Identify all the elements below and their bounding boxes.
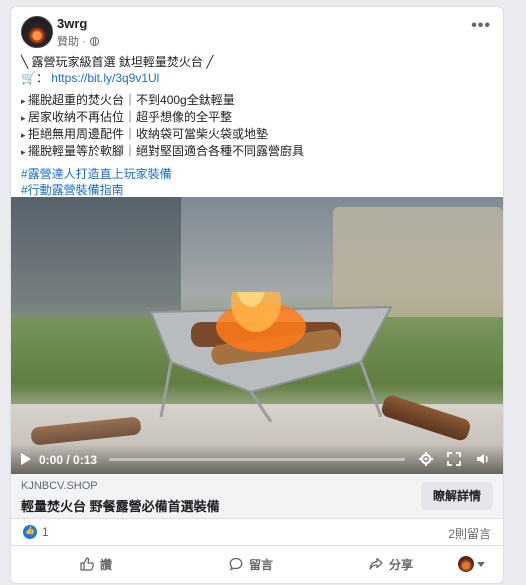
comment-count[interactable]: 2則留言 (448, 525, 491, 542)
share-button[interactable]: 分享 (346, 546, 436, 582)
reaction-avatar-selector[interactable] (458, 556, 474, 572)
page-name[interactable]: 3wrg (57, 16, 87, 31)
bullet-item: 居家收納不再佔位｜超乎想像的全平整 (21, 109, 493, 126)
share-button-label: 分享 (388, 557, 413, 572)
hashtag-link[interactable]: #露營達人打造直上玩家裝備 (21, 166, 493, 182)
video-player[interactable]: 0:00 / 0:13 (11, 197, 503, 474)
learn-more-button[interactable]: 瞭解詳情 (420, 482, 493, 510)
link-preview-domain: KJNBCV.SHOP (21, 480, 98, 492)
gear-icon[interactable] (419, 452, 433, 466)
volume-icon[interactable] (476, 452, 490, 466)
like-count[interactable]: 1 (42, 525, 49, 539)
hashtag-link[interactable]: #行動露營裝備指南 (21, 182, 493, 198)
bullet-item: 擺脫輕量等於軟腳｜絕對堅固適合各種不同露營廚具 (21, 143, 493, 160)
fullscreen-icon[interactable] (447, 452, 461, 466)
like-reaction-icon[interactable] (23, 525, 37, 539)
chevron-down-icon[interactable] (477, 562, 485, 567)
comment-icon (229, 557, 243, 571)
like-button[interactable]: 讚 (51, 546, 141, 582)
post-header: 3wrg 贊助 · ••• (11, 7, 503, 49)
page-avatar[interactable] (21, 16, 53, 48)
comment-button-label: 留言 (248, 557, 273, 572)
link-preview[interactable]: KJNBCV.SHOP 輕量焚火台 野餐露營必備首選裝備 瞭解詳情 (11, 474, 503, 519)
video-controls: 0:00 / 0:13 (11, 444, 503, 474)
bullet-item: 拒絕無用周邊配件｜收納袋可當柴火袋或地墊 (21, 126, 493, 143)
video-progress-bar[interactable] (109, 458, 405, 461)
bullet-item: 擺脫超重的焚火台｜不到400g全鈦輕量 (21, 92, 493, 109)
link-preview-title[interactable]: 輕量焚火台 野餐露營必備首選裝備 (21, 496, 220, 515)
post-body: ╲ 露營玩家級首選 鈦坦輕量焚火台 ╱ 🛒： https://bit.ly/3q… (21, 54, 493, 198)
thumbs-up-icon (80, 557, 94, 571)
video-time: 0:00 / 0:13 (39, 453, 98, 467)
more-options-button[interactable]: ••• (471, 17, 491, 35)
sponsored-label[interactable]: 贊助 · (57, 33, 86, 49)
comment-button[interactable]: 留言 (206, 546, 296, 582)
cart-icon: 🛒： (21, 71, 48, 85)
post-headline: ╲ 露營玩家級首選 鈦坦輕量焚火台 ╱ (21, 55, 214, 69)
fire-pit-image (149, 292, 393, 422)
sponsored-row: 贊助 · (57, 33, 99, 49)
play-icon[interactable] (21, 453, 31, 465)
shop-link-line: 🛒： https://bit.ly/3q9v1Ul (21, 70, 493, 86)
share-icon (369, 557, 383, 570)
post-actions: 讚 留言 分享 (11, 546, 503, 582)
shop-link[interactable]: https://bit.ly/3q9v1Ul (51, 71, 159, 85)
post-stats: 1 2則留言 (11, 519, 503, 546)
like-button-label: 讚 (99, 557, 112, 572)
ad-post-card: 3wrg 贊助 · ••• ╲ 露營玩家級首選 鈦坦輕量焚火台 ╱ 🛒： htt… (10, 6, 504, 584)
globe-icon (89, 36, 99, 46)
